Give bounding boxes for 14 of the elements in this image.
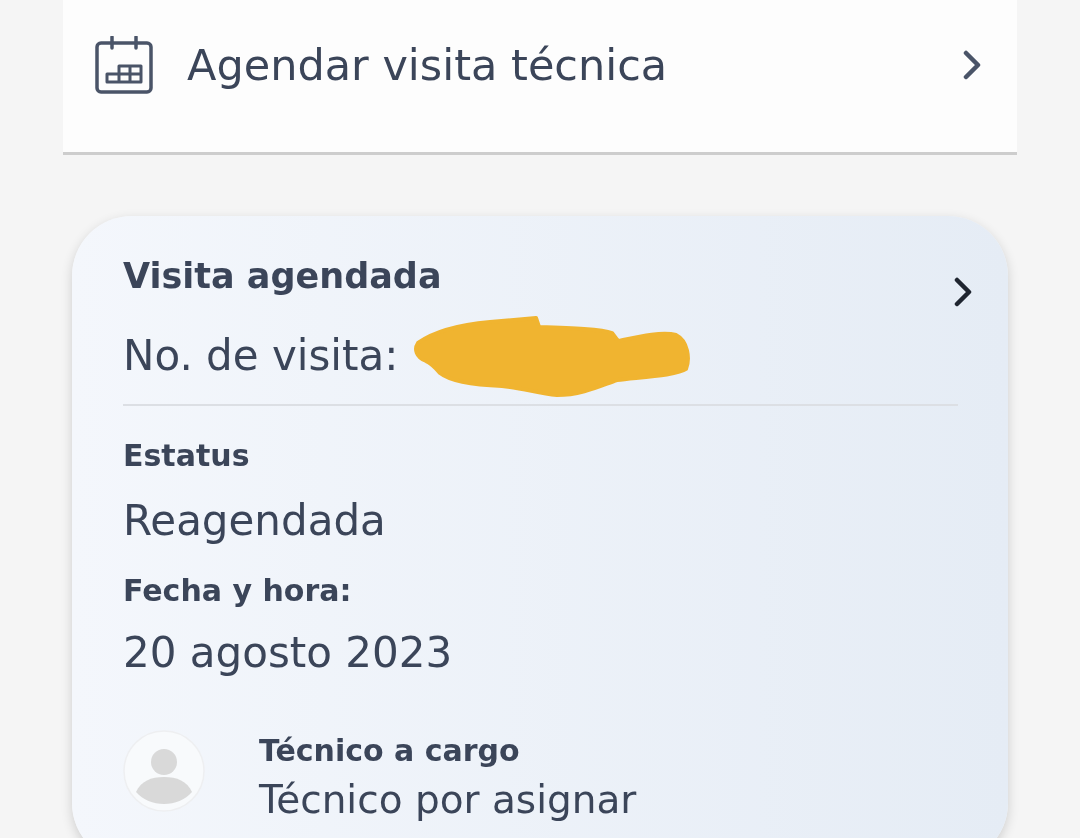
visit-number-label: No. de visita: — [123, 331, 399, 381]
chevron-right-icon — [953, 277, 973, 307]
chevron-right-icon — [962, 50, 982, 80]
field-value: Reagendada — [123, 496, 386, 546]
card-title: Visita agendada — [123, 255, 442, 297]
field-label: Fecha y hora: — [123, 573, 352, 609]
technician-name: Técnico por asignar — [259, 777, 637, 823]
field-value: 20 agosto 2023 — [123, 628, 453, 678]
avatar-icon — [123, 730, 205, 812]
visit-card[interactable]: Visita agendada No. de visita: Estatus Reagendada Fecha y hora: 20 agosto 2023 Técnico a cargo Técnico por asignar — [72, 216, 1008, 838]
calendar-icon — [95, 36, 153, 94]
schedule-visit-item[interactable]: Agendar visita técnica — [63, 0, 1017, 155]
field-label: Estatus — [123, 438, 250, 474]
technician-label: Técnico a cargo — [259, 733, 520, 769]
